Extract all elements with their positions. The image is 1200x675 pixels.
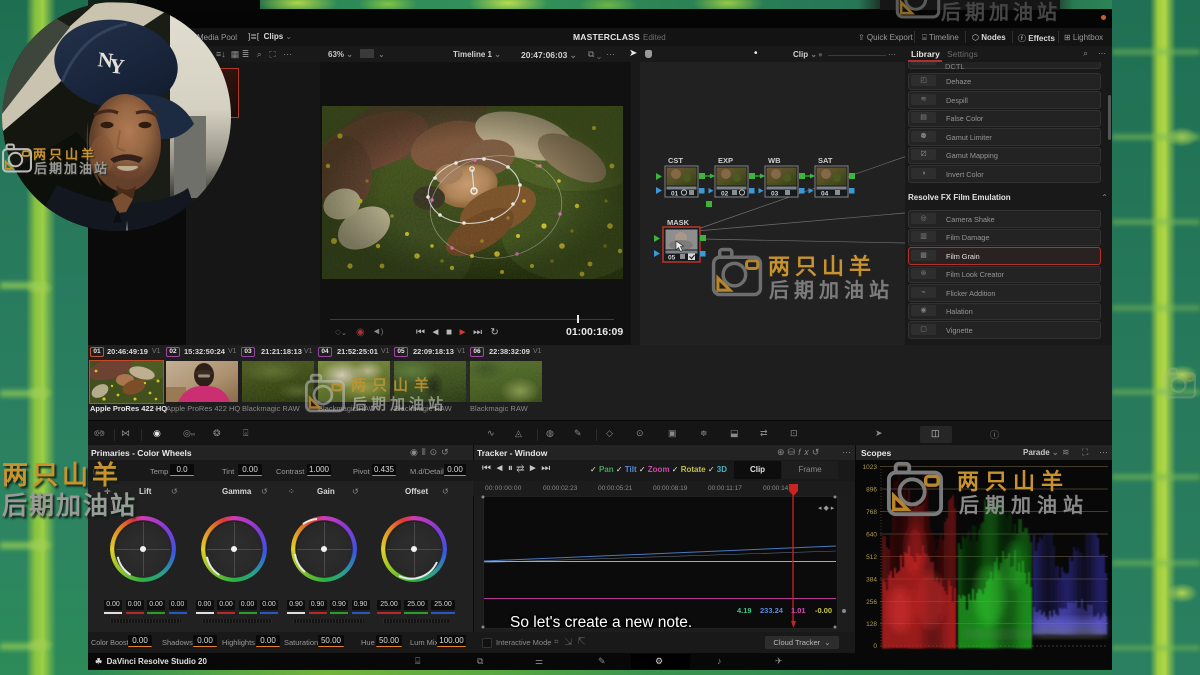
svg-text:384: 384 bbox=[866, 577, 877, 584]
svg-text:128: 128 bbox=[866, 621, 877, 628]
svg-text:768: 768 bbox=[866, 509, 877, 516]
svg-text:256: 256 bbox=[866, 599, 877, 606]
svg-text:01: 01 bbox=[671, 191, 679, 198]
svg-text:512: 512 bbox=[866, 554, 877, 561]
svg-text:MASK: MASK bbox=[667, 218, 690, 227]
svg-text:896: 896 bbox=[866, 487, 877, 494]
svg-text:640: 640 bbox=[866, 532, 877, 539]
svg-text:◂ ◆ ▸: ◂ ◆ ▸ bbox=[818, 505, 835, 512]
svg-text:CST: CST bbox=[668, 156, 683, 165]
svg-text:WB: WB bbox=[768, 156, 781, 165]
svg-text:1023: 1023 bbox=[863, 464, 878, 471]
svg-text:EXP: EXP bbox=[718, 156, 733, 165]
svg-text:03: 03 bbox=[771, 191, 779, 198]
svg-text:02: 02 bbox=[721, 191, 729, 198]
svg-text:SAT: SAT bbox=[818, 156, 833, 165]
svg-text:05: 05 bbox=[668, 255, 676, 262]
svg-text:Y: Y bbox=[108, 54, 126, 79]
svg-text:0: 0 bbox=[873, 643, 877, 650]
svg-text:04: 04 bbox=[821, 191, 829, 198]
